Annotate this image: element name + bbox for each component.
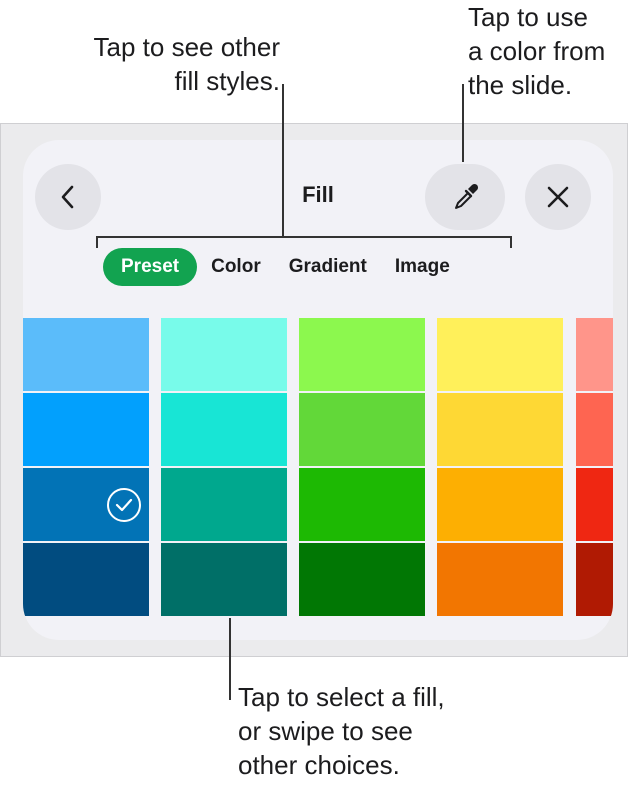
eyedropper-button[interactable]: [425, 164, 505, 230]
swatch-column: [576, 318, 613, 618]
swatch[interactable]: [23, 543, 149, 616]
leader-line-swatches: [229, 618, 231, 700]
swatch[interactable]: [299, 393, 425, 466]
leader-line-fill-styles: [282, 84, 284, 236]
swatch[interactable]: [161, 318, 287, 391]
swatch[interactable]: [576, 393, 613, 466]
tab-color[interactable]: Color: [197, 248, 275, 286]
tab-gradient[interactable]: Gradient: [275, 248, 381, 286]
callout-fill-styles: Tap to see other fill styles.: [93, 32, 280, 96]
checkmark-icon: [107, 488, 141, 522]
fill-style-tabs: Preset Color Gradient Image: [103, 246, 464, 288]
tab-image[interactable]: Image: [381, 248, 464, 286]
swatch[interactable]: [23, 393, 149, 466]
eyedropper-icon: [455, 183, 479, 209]
swatch-column: [299, 318, 425, 618]
swatch-grid[interactable]: [23, 318, 613, 618]
swatch[interactable]: [437, 468, 563, 541]
tab-preset[interactable]: Preset: [103, 248, 198, 286]
swatch-column: [161, 318, 287, 618]
close-button[interactable]: [525, 164, 591, 230]
swatch[interactable]: [23, 318, 149, 391]
swatch[interactable]: [299, 318, 425, 391]
leader-bracket-tabs: [96, 236, 512, 238]
leader-bracket-right: [510, 236, 512, 248]
swatch[interactable]: [161, 543, 287, 616]
swatch[interactable]: [576, 318, 613, 391]
swatch[interactable]: [23, 468, 149, 541]
swatch[interactable]: [576, 543, 613, 616]
close-icon: [547, 186, 569, 208]
fill-panel: Fill Preset Color Gradient Image: [23, 140, 613, 640]
callout-swatches: Tap to select a fill, or swipe to see ot…: [238, 682, 445, 780]
swatch[interactable]: [576, 468, 613, 541]
swatch[interactable]: [161, 468, 287, 541]
callout-eyedropper: Tap to use a color from the slide.: [468, 2, 606, 100]
swatch[interactable]: [299, 468, 425, 541]
swatch[interactable]: [437, 393, 563, 466]
swatch[interactable]: [437, 543, 563, 616]
leader-bracket-left: [96, 236, 98, 248]
swatch[interactable]: [299, 543, 425, 616]
swatch[interactable]: [437, 318, 563, 391]
swatch-column: [437, 318, 563, 618]
swatch[interactable]: [161, 393, 287, 466]
leader-line-eyedropper: [462, 84, 464, 162]
swatch-column: [23, 318, 149, 618]
